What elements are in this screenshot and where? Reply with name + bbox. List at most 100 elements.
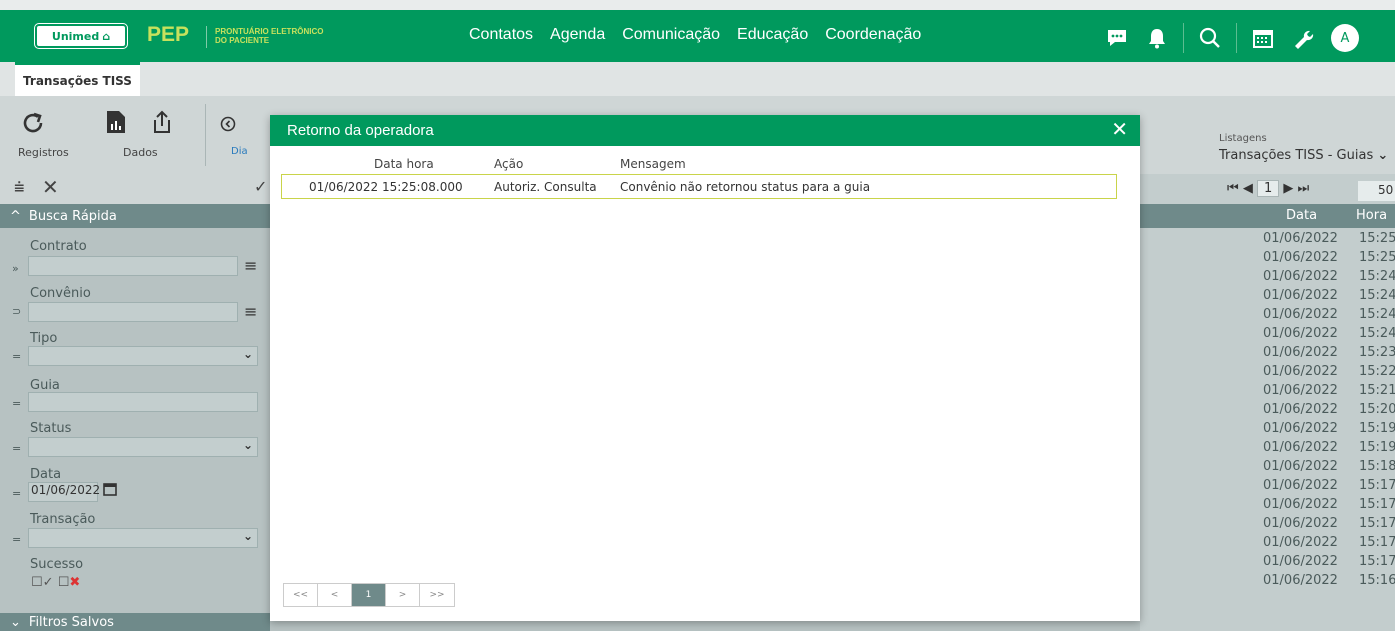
nav-contatos[interactable]: Contatos bbox=[469, 26, 533, 44]
dia-link[interactable]: Dia bbox=[231, 146, 248, 157]
tab-bar: Transações TISS bbox=[0, 62, 1395, 96]
operator-icon[interactable]: = bbox=[12, 487, 21, 500]
checkbox-yes[interactable]: ☐ bbox=[31, 575, 43, 590]
table-row[interactable]: 01/06/2022 15:20: bbox=[1140, 401, 1395, 420]
operator-icon[interactable]: = bbox=[12, 533, 21, 546]
guia-input[interactable] bbox=[28, 392, 258, 412]
table-row[interactable]: 01/06/2022 15:25: bbox=[1140, 249, 1395, 268]
table-row[interactable]: 01/06/2022 15:16: bbox=[1140, 572, 1395, 591]
first-page-icon[interactable]: ⏮ bbox=[1227, 181, 1239, 196]
operator-icon[interactable]: = bbox=[12, 442, 21, 455]
pager-last[interactable]: >> bbox=[420, 584, 454, 606]
pager-first[interactable]: << bbox=[284, 584, 318, 606]
cell-data: 01/06/2022 bbox=[1263, 269, 1338, 284]
table-row[interactable]: 01/06/2022 15:25: bbox=[1140, 230, 1395, 249]
cell-hora: 15:16: bbox=[1359, 573, 1395, 588]
contrato-input[interactable] bbox=[28, 256, 238, 276]
table-row[interactable]: 01/06/2022 15:24: bbox=[1140, 325, 1395, 344]
tab-transacoes-tiss[interactable]: Transações TISS bbox=[15, 62, 140, 96]
data-input[interactable]: 01/06/2022 bbox=[28, 482, 100, 502]
modal-title: Retorno da operadora bbox=[287, 122, 434, 139]
bell-icon[interactable] bbox=[1143, 25, 1171, 51]
next-page-icon[interactable]: ▶ bbox=[1283, 181, 1293, 196]
filtros-salvos-header[interactable]: ⌄ Filtros Salvos bbox=[0, 613, 270, 631]
clear-filter-icon[interactable]: ✕ bbox=[42, 175, 59, 199]
convenio-input[interactable] bbox=[28, 302, 238, 322]
nav-educacao[interactable]: Educação bbox=[737, 26, 808, 44]
wrench-icon[interactable] bbox=[1289, 25, 1317, 51]
refresh-icon[interactable] bbox=[20, 110, 46, 139]
clock-icon[interactable] bbox=[220, 116, 236, 135]
nav-comunicacao[interactable]: Comunicação bbox=[622, 26, 720, 44]
data-label: Data bbox=[30, 467, 62, 482]
pager-prev[interactable]: < bbox=[318, 584, 352, 606]
table-row[interactable]: 01/06/2022 15:17: bbox=[1140, 515, 1395, 534]
operator-icon[interactable]: » bbox=[12, 262, 19, 275]
avatar[interactable]: A bbox=[1331, 24, 1359, 52]
col-acao[interactable]: Ação bbox=[494, 157, 523, 171]
table-row[interactable]: 01/06/2022 15:23: bbox=[1140, 344, 1395, 363]
page-input[interactable]: 1 bbox=[1256, 180, 1280, 197]
table-row[interactable]: 01/06/2022 15:24: bbox=[1140, 287, 1395, 306]
table-row[interactable]: 01/06/2022 15:24: bbox=[1140, 306, 1395, 325]
tipo-select[interactable]: ⌄ bbox=[28, 346, 258, 366]
transacao-select[interactable]: ⌄ bbox=[28, 528, 258, 548]
busca-rapida-header[interactable]: ^ Busca Rápida bbox=[0, 204, 270, 228]
cell-hora: 15:19: bbox=[1359, 440, 1395, 455]
export-icon[interactable] bbox=[151, 110, 173, 137]
pager-controls: ⏮ ◀ 1 ▶ ⏭ bbox=[1227, 180, 1310, 197]
pager-next[interactable]: > bbox=[386, 584, 420, 606]
registros-button[interactable]: Registros bbox=[18, 146, 69, 159]
dados-button[interactable]: Dados bbox=[123, 146, 158, 159]
list-icon[interactable]: ≡ bbox=[244, 302, 257, 321]
filter-icon[interactable]: ⩧ bbox=[14, 177, 25, 198]
table-row[interactable]: 01/06/2022 15:22: bbox=[1140, 363, 1395, 382]
last-page-icon[interactable]: ⏭ bbox=[1298, 181, 1310, 196]
table-row[interactable]: 01/06/2022 15:25:08.000 Autoriz. Consult… bbox=[281, 174, 1117, 199]
table-row[interactable]: 01/06/2022 15:18: bbox=[1140, 458, 1395, 477]
cell-data: 01/06/2022 bbox=[1263, 516, 1338, 531]
operator-icon[interactable]: = bbox=[12, 350, 21, 363]
table-row[interactable]: 01/06/2022 15:17: bbox=[1140, 553, 1395, 572]
cell-hora: 15:17: bbox=[1359, 497, 1395, 512]
apply-filter-icon[interactable]: ✓ bbox=[254, 177, 267, 196]
nav-coordenacao[interactable]: Coordenação bbox=[825, 26, 921, 44]
operator-icon[interactable]: ⊃ bbox=[12, 305, 21, 318]
close-icon[interactable]: ✕ bbox=[1111, 120, 1128, 140]
listagens-select[interactable]: Transações TISS - Guias ⌄ bbox=[1219, 148, 1388, 163]
nav-agenda[interactable]: Agenda bbox=[550, 26, 605, 44]
operator-icon[interactable]: = bbox=[12, 397, 21, 410]
col-data[interactable]: Data bbox=[1286, 208, 1317, 223]
modal-pager: << < 1 > >> bbox=[283, 583, 455, 607]
table-row[interactable]: 01/06/2022 15:17: bbox=[1140, 496, 1395, 515]
calendar-icon[interactable] bbox=[103, 482, 117, 499]
search-icon[interactable] bbox=[1196, 25, 1224, 51]
report-icon[interactable] bbox=[106, 110, 126, 137]
cell-hora: 15:17: bbox=[1359, 478, 1395, 493]
chat-icon[interactable] bbox=[1103, 25, 1131, 51]
listagens-label: Listagens bbox=[1219, 133, 1267, 144]
table-row[interactable]: 01/06/2022 15:24: bbox=[1140, 268, 1395, 287]
page-size[interactable]: 50 bbox=[1358, 181, 1395, 201]
table-row[interactable]: 01/06/2022 15:17: bbox=[1140, 477, 1395, 496]
col-datahora[interactable]: Data hora bbox=[374, 157, 434, 171]
unimed-logo[interactable]: Unimed ⌂ bbox=[35, 24, 127, 48]
divider bbox=[1183, 23, 1184, 53]
contrato-label: Contrato bbox=[30, 239, 87, 254]
table-row[interactable]: 01/06/2022 15:17: bbox=[1140, 534, 1395, 553]
list-icon[interactable]: ≡ bbox=[244, 256, 257, 275]
calendar-icon[interactable] bbox=[1249, 25, 1277, 51]
prev-page-icon[interactable]: ◀ bbox=[1243, 181, 1253, 196]
table-row[interactable]: 01/06/2022 15:19: bbox=[1140, 420, 1395, 439]
chevron-down-icon: ⌄ bbox=[242, 529, 253, 543]
checkbox-no[interactable]: ☐ bbox=[58, 575, 70, 590]
table-row[interactable]: 01/06/2022 15:19: bbox=[1140, 439, 1395, 458]
cell-data: 01/06/2022 bbox=[1263, 383, 1338, 398]
col-mensagem[interactable]: Mensagem bbox=[620, 157, 686, 171]
cell-data: 01/06/2022 bbox=[1263, 440, 1338, 455]
transacao-label: Transação bbox=[30, 512, 96, 527]
pager-page-1[interactable]: 1 bbox=[352, 584, 386, 606]
table-row[interactable]: 01/06/2022 15:21: bbox=[1140, 382, 1395, 401]
status-select[interactable]: ⌄ bbox=[28, 437, 258, 457]
col-hora[interactable]: Hora bbox=[1356, 208, 1387, 223]
